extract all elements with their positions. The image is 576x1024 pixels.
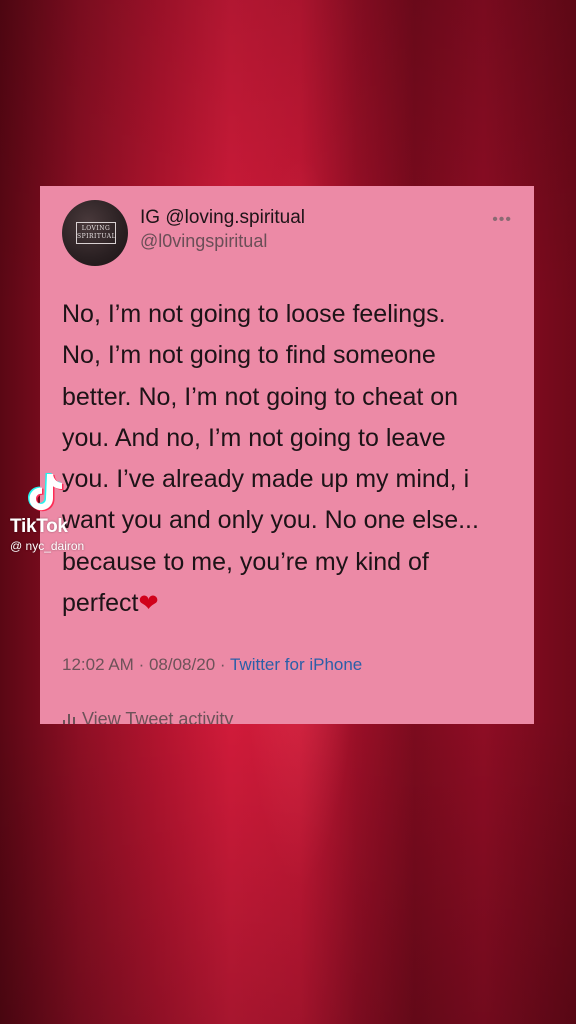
tiktok-watermark: TikTok @ nyc_dairon <box>8 470 118 560</box>
more-options-icon[interactable]: ••• <box>492 212 512 228</box>
avatar-logo-line1: LOVING <box>81 225 111 232</box>
user-handle[interactable]: @l0vingspiritual <box>140 230 305 252</box>
tweet-header: LOVING SPIRITUAL IG @loving.spiritual @l… <box>62 200 512 266</box>
tiktok-username: @ nyc_dairon <box>10 539 85 553</box>
tweet-source-link[interactable]: Twitter for iPhone <box>230 655 362 674</box>
tweet-text: No, I’m not going to loose feelings. No,… <box>62 300 479 618</box>
bar-chart-icon <box>62 712 76 724</box>
view-tweet-activity-link[interactable]: View Tweet activity <box>62 708 233 724</box>
tweet-body: No, I’m not going to loose feelings. No,… <box>62 294 512 624</box>
tweet-time: 12:02 AM <box>62 655 134 674</box>
avatar-logo-line2: SPIRITUAL <box>77 233 117 240</box>
tiktok-logo-icon <box>28 473 64 512</box>
meta-separator: · <box>138 655 145 674</box>
display-name[interactable]: IG @loving.spiritual <box>140 206 305 230</box>
heart-emoji: ❤ <box>138 590 159 618</box>
tweet-meta: 12:02 AM · 08/08/20 · Twitter for iPhone <box>62 654 362 676</box>
tweet-card: LOVING SPIRITUAL IG @loving.spiritual @l… <box>40 186 534 724</box>
meta-separator: · <box>219 655 226 674</box>
activity-label: View Tweet activity <box>82 709 234 724</box>
tiktok-brand-text: TikTok <box>10 516 68 537</box>
avatar-logo: LOVING SPIRITUAL <box>76 222 116 244</box>
author-names: IG @loving.spiritual @l0vingspiritual <box>140 206 305 252</box>
avatar[interactable]: LOVING SPIRITUAL <box>62 200 128 266</box>
tweet-date: 08/08/20 <box>148 655 216 674</box>
